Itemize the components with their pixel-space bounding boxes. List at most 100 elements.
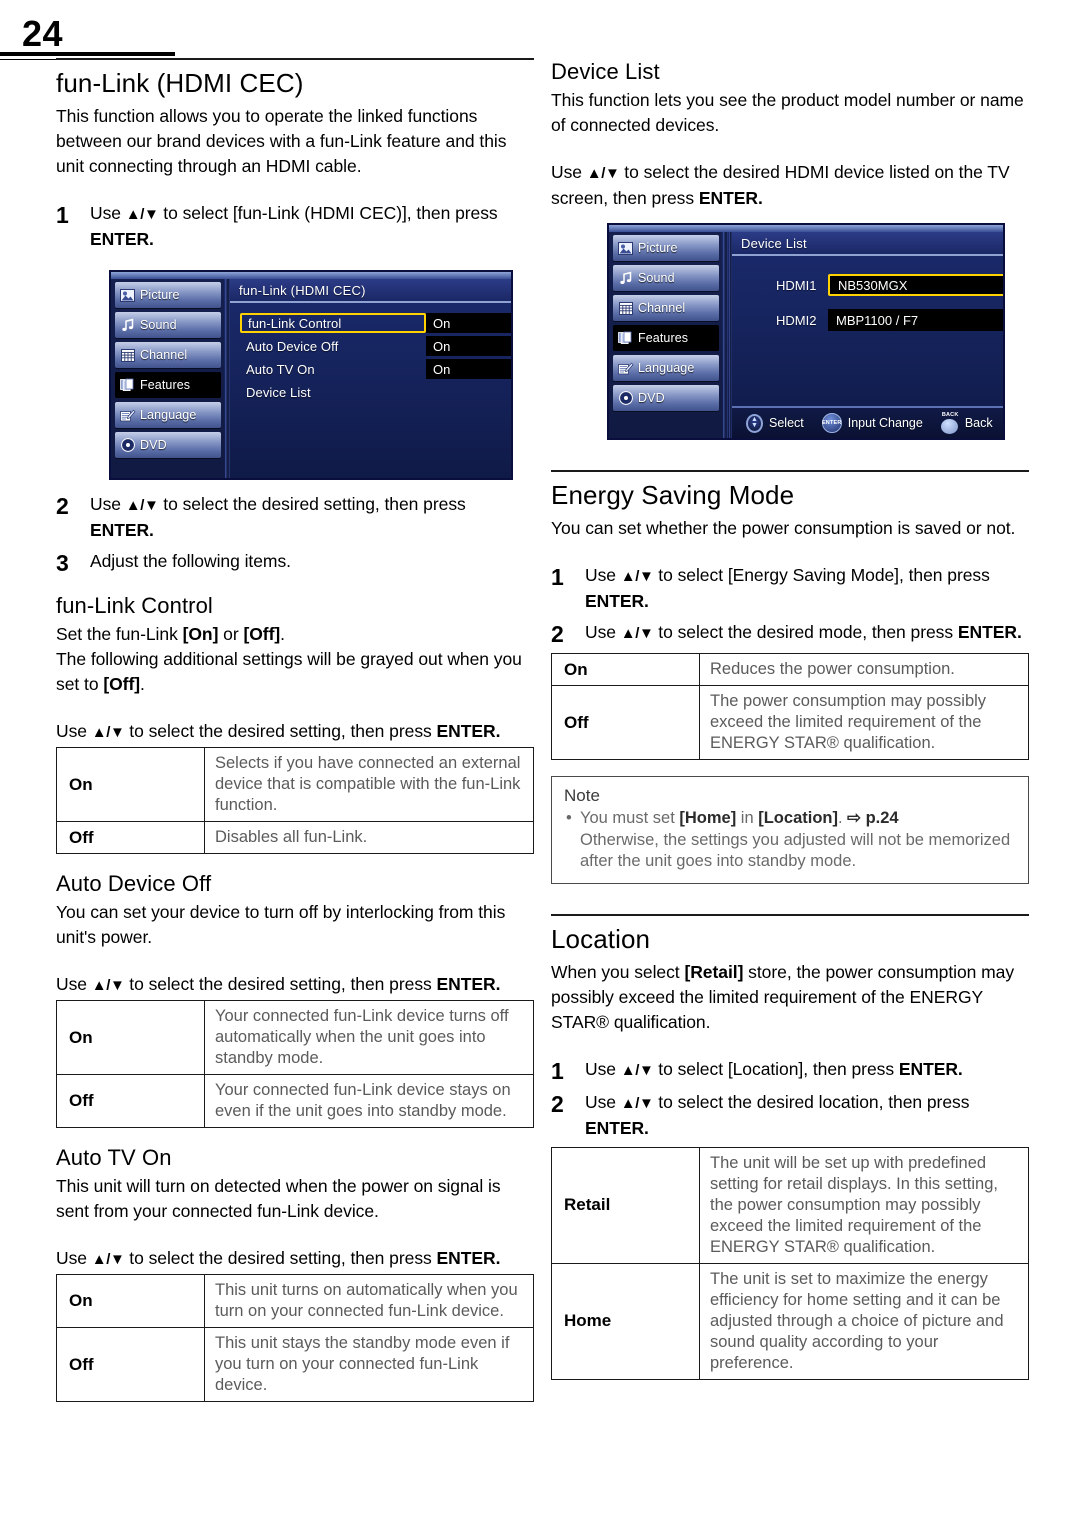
table-cell-value: Reduces the power consumption. xyxy=(699,653,1029,686)
note-heading: Note xyxy=(564,786,600,805)
text-a: Use xyxy=(585,1058,621,1079)
retail-keyword: [Retail] xyxy=(684,961,744,982)
sidebar-item-channel[interactable]: Channel xyxy=(115,342,221,368)
sidebar-item-language[interactable]: Language xyxy=(613,355,719,381)
text-a: Set the fun-Link xyxy=(56,624,183,644)
dvd-icon xyxy=(617,391,634,406)
picture-icon xyxy=(617,241,634,256)
step-text-b: to select the desired setting, then pres… xyxy=(158,494,466,514)
osd-row-label: Device List xyxy=(246,384,311,400)
text-a: Use xyxy=(585,565,621,585)
sidebar-item-label: Sound xyxy=(140,318,177,332)
sidebar-item-language[interactable]: Language xyxy=(115,402,221,428)
language-icon xyxy=(617,361,634,376)
updown-arrows-glyph: ▲/▼ xyxy=(91,724,125,741)
step-text: Use ▲/▼ to select the desired setting, t… xyxy=(90,492,534,543)
osd-device-row-hdmi2[interactable]: HDMI2 MBP1100 / F7 xyxy=(742,307,1003,333)
table-cell-key: Off xyxy=(56,821,205,854)
osd-main-panel: fun-Link (HDMI CEC) fun-Link Control On … xyxy=(230,279,511,478)
sound-icon xyxy=(617,271,634,286)
auto-tv-on-intro: This unit will turn on detected when the… xyxy=(56,1176,501,1221)
table-row: Off The power consumption may possibly e… xyxy=(551,685,1029,760)
osd-row-auto-device-off[interactable]: Auto Device Off On xyxy=(240,335,511,357)
text-in: in xyxy=(736,809,759,827)
sound-icon xyxy=(119,318,136,333)
sidebar-item-dvd[interactable]: DVD xyxy=(613,385,719,411)
osd-device-row-hdmi1[interactable]: HDMI1 NB530MGX xyxy=(742,272,1003,298)
step-text: Use ▲/▼ to select the desired location, … xyxy=(585,1090,1029,1141)
sidebar-item-picture[interactable]: Picture xyxy=(115,282,221,308)
osd-device-name: MBP1100 / F7 xyxy=(828,309,1003,331)
home-keyword: [Home] xyxy=(679,809,737,827)
osd-row-label-box: Auto TV On xyxy=(240,359,426,379)
step-number: 1 xyxy=(551,1057,564,1084)
page-ref: p.24 xyxy=(860,809,899,827)
section-rule-funlink xyxy=(56,58,534,60)
table-cell-value: The unit is set to maximize the energy e… xyxy=(699,1262,1029,1380)
text-a: Use xyxy=(56,1248,92,1268)
back-icon-label: BACK xyxy=(941,412,959,418)
sidebar-item-picture[interactable]: Picture xyxy=(613,235,719,261)
sidebar-item-dvd[interactable]: DVD xyxy=(115,432,221,458)
location-step-1: 1 Use ▲/▼ to select [Location], then pre… xyxy=(551,1057,1029,1084)
funlink-control-line2: The following additional settings will b… xyxy=(56,647,534,697)
table-row: Home The unit is set to maximize the ene… xyxy=(551,1262,1029,1380)
step-text-a: Use xyxy=(90,494,126,514)
osd-row-device-list[interactable]: Device List xyxy=(240,381,511,403)
table-row: Off This unit stays the standby mode eve… xyxy=(56,1327,534,1402)
updown-arrows-glyph: ▲/▼ xyxy=(125,497,159,514)
sidebar-item-channel[interactable]: Channel xyxy=(613,295,719,321)
sidebar-item-sound[interactable]: Sound xyxy=(613,265,719,291)
osd-main-panel: Device List HDMI1 NB530MGX HDMI2 MBP1100… xyxy=(732,232,1003,438)
updown-arrows-glyph: ▲/▼ xyxy=(620,1061,654,1079)
osd-footer-select[interactable]: ▲ ▼ Select xyxy=(746,413,804,433)
table-row: Off Your connected fun-Link device stays… xyxy=(56,1074,534,1128)
energy-saving-intro: You can set whether the power consumptio… xyxy=(551,518,1016,538)
table-cell-value: This unit stays the standby mode even if… xyxy=(204,1327,534,1402)
updown-arrows-glyph: ▲/▼ xyxy=(586,165,620,182)
section-rule-energy xyxy=(551,470,1029,472)
osd-row-value: On xyxy=(426,313,511,333)
osd-footer-input-change[interactable]: ENTER Input Change xyxy=(821,413,923,433)
osd-row-label: Auto Device Off xyxy=(246,338,339,354)
osd-device-name: NB530MGX xyxy=(828,274,1003,296)
funlink-control-use-line: Use ▲/▼ to select the desired setting, t… xyxy=(56,719,534,745)
table-cell-key: Home xyxy=(551,1262,700,1380)
manual-page: 24 fun-Link (HDMI CEC) This function all… xyxy=(0,0,1080,1530)
text-a: You must set xyxy=(580,809,680,827)
sidebar-item-features[interactable]: Features xyxy=(613,325,719,351)
step-text: Adjust the following items. xyxy=(90,551,291,571)
text-or: or xyxy=(218,624,244,644)
text-a: When you select xyxy=(551,961,685,982)
section-title-funlink: fun-Link (HDMI CEC) xyxy=(56,68,304,98)
text-b: to select the desired setting, then pres… xyxy=(124,1248,437,1268)
sidebar-item-label: Picture xyxy=(140,288,180,302)
sidebar-item-sound[interactable]: Sound xyxy=(115,312,221,338)
osd-row-auto-tv-on[interactable]: Auto TV On On xyxy=(240,358,511,380)
sidebar-item-features[interactable]: Features xyxy=(115,372,221,398)
osd-sidebar: Picture Sound Channel Features Language … xyxy=(609,232,722,438)
text-a: Use xyxy=(585,622,621,642)
option-on-keyword: [On] xyxy=(182,624,219,644)
osd-device-port: HDMI2 xyxy=(776,312,817,328)
osd-row-label: Auto TV On xyxy=(246,361,315,377)
osd-row-label: fun-Link Control xyxy=(248,315,342,331)
auto-device-off-intro: You can set your device to turn off by i… xyxy=(56,902,506,947)
text-end: . xyxy=(280,624,285,644)
subsection-title-funlink-control: fun-Link Control xyxy=(56,593,213,618)
updown-arrows-glyph: ▲/▼ xyxy=(620,625,654,642)
osd-footer-label: Input Change xyxy=(847,416,923,430)
table-cell-value: Disables all fun-Link. xyxy=(204,821,534,854)
osd-footer-back[interactable]: BACK Back xyxy=(940,412,993,434)
table-funlink-control: On Selects if you have connected an exte… xyxy=(56,747,534,854)
step-text-a: Use xyxy=(90,203,126,223)
table-cell-value: The power consumption may possibly excee… xyxy=(699,685,1029,760)
osd-row-funlink-control[interactable]: fun-Link Control On xyxy=(240,312,511,334)
table-cell-key: On xyxy=(56,747,205,822)
sidebar-item-label: Language xyxy=(638,361,695,375)
note-bullet-rest: Otherwise, the settings you adjusted wil… xyxy=(580,830,1011,871)
note-bullet: You must set [Home] in [Location]. ⇨ p.2… xyxy=(564,808,1016,873)
step-number: 2 xyxy=(551,621,564,647)
location-keyword: [Location] xyxy=(758,809,838,827)
table-auto-device-off: On Your connected fun-Link device turns … xyxy=(56,1000,534,1128)
